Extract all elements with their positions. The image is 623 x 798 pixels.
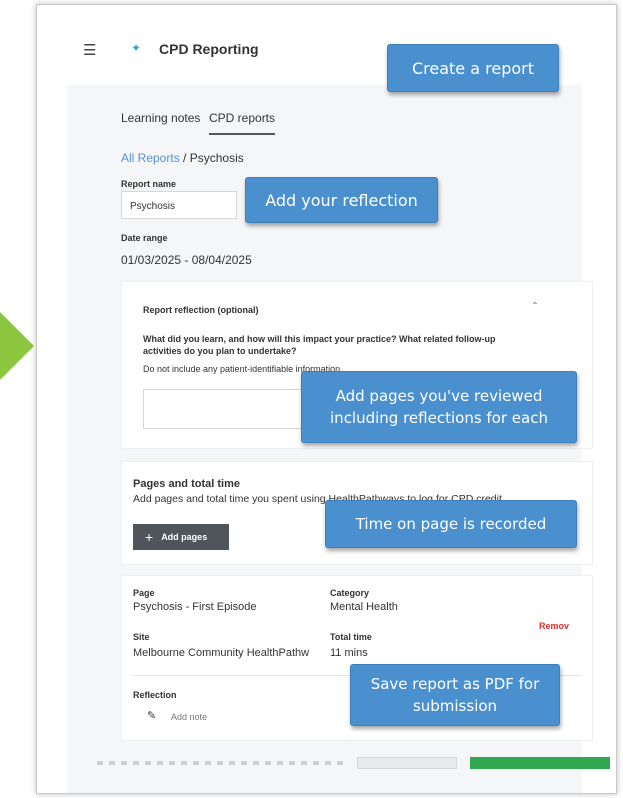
reflection-textarea[interactable] (143, 389, 323, 429)
page-label: Page (133, 588, 155, 598)
reflection-question: What did you learn, and how will this im… (143, 334, 496, 356)
green-arrow-icon (0, 312, 34, 380)
add-pages-label: Add pages (161, 532, 208, 542)
chevron-up-icon[interactable]: ˆ (533, 301, 537, 313)
breadcrumb-separator: / (183, 151, 187, 165)
callout-add-pages-line1: Add pages you've reviewed (335, 387, 543, 405)
secondary-button[interactable] (357, 757, 457, 769)
plus-icon: + (145, 529, 154, 545)
callout-time-recorded: Time on page is recorded (325, 500, 577, 548)
callout-save-pdf: Save report as PDF for submission (350, 664, 560, 726)
screenshot-root: ☰ ✦ CPD Reporting Learning notes CPD rep… (0, 0, 623, 798)
callout-create-report: Create a report (387, 44, 559, 92)
report-name-label: Report name (121, 179, 177, 189)
date-range-label: Date range (121, 233, 168, 243)
pages-card-title: Pages and total time (133, 478, 240, 490)
tab-learning-notes[interactable]: Learning notes (121, 111, 200, 133)
callout-add-reflection: Add your reflection (245, 177, 438, 223)
reflection-label: Reflection (133, 690, 177, 700)
footer-text-blur (97, 761, 347, 765)
pencil-icon[interactable]: ✎ (147, 710, 156, 722)
callout-save-pdf-line1: Save report as PDF for (370, 675, 540, 693)
report-name-input[interactable]: Psychosis (121, 191, 237, 219)
breadcrumb-current: Psychosis (189, 151, 244, 165)
total-time-value: 11 mins (330, 647, 368, 659)
site-value: Melbourne Community HealthPathw (133, 647, 310, 659)
page-value: Psychosis - First Episode (133, 601, 257, 613)
add-pages-button[interactable]: + Add pages (133, 524, 229, 550)
reflection-card-title: Report reflection (optional) (143, 305, 259, 315)
healthpathways-logo-icon: ✦ (131, 41, 142, 55)
category-value: Mental Health (330, 601, 398, 613)
callout-save-pdf-line2: submission (412, 697, 498, 715)
callout-add-pages: Add pages you've reviewed including refl… (301, 371, 577, 443)
remove-page-link[interactable]: Remoᴠ (539, 621, 569, 631)
callout-add-pages-line2: including reflections for each (330, 409, 548, 427)
category-label: Category (330, 588, 370, 598)
total-time-label: Total time (330, 632, 372, 642)
save-pdf-button[interactable] (470, 757, 610, 769)
tab-cpd-reports[interactable]: CPD reports (209, 111, 276, 135)
report-tabs: Learning notes CPD reports (121, 111, 541, 141)
add-note-link[interactable]: Add note (171, 711, 207, 723)
app-title: CPD Reporting (159, 41, 259, 57)
breadcrumb: All Reports / Psychosis (121, 151, 244, 165)
breadcrumb-all-reports-link[interactable]: All Reports (121, 151, 180, 165)
site-label: Site (133, 632, 150, 642)
date-range-value[interactable]: 01/03/2025 - 08/04/2025 (121, 253, 252, 267)
hamburger-icon[interactable]: ☰ (83, 41, 96, 59)
